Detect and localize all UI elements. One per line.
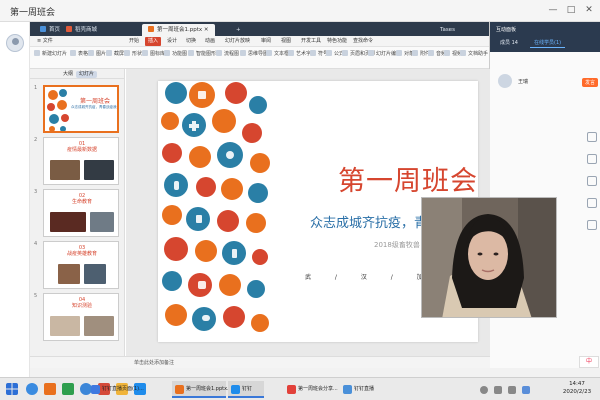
maximize-button[interactable]: □ [564,3,578,17]
ime-icon[interactable] [522,386,530,394]
tab-slides[interactable]: 幻灯片 [76,71,98,78]
windows-start-icon[interactable] [6,383,18,395]
app-titlebar: 第一周班会 — □ ✕ [0,0,600,22]
avatar [498,74,512,88]
edge-icon[interactable] [26,383,38,395]
slide-thumbnail[interactable]: 3 02 生命教育 [34,189,120,239]
media-icon[interactable] [62,383,74,395]
docer-icon [66,26,72,32]
slide-thumbnail[interactable]: 2 01 疫情最新数据 [34,137,120,187]
ime-indicator[interactable]: 中 [579,356,599,368]
menu-search-command[interactable]: 查找命令 [350,37,376,46]
ribbon-wordart[interactable]: 艺术字 [288,50,311,57]
presenter-video [422,198,556,317]
volume-icon[interactable] [494,386,502,394]
ribbon-textbox[interactable]: 文本框 [266,50,289,57]
ppt-icon [148,26,154,32]
tab-members[interactable]: 成员 14 [496,38,522,48]
document-tabbar: 首页 稻壳商城 第一周班会1.pptx ✕ + Tases [30,22,489,36]
slide-image [84,160,114,180]
tab-online-students[interactable]: 在线学员(1) [530,38,566,48]
ribbon-new-slide[interactable]: 新建幻灯片 [34,50,67,57]
panel-header: 互动面板 成员 14 在线学员(1) [490,22,600,52]
tab-outline[interactable]: 大纲 [60,71,76,78]
user-strip [0,22,30,377]
tab-pptx[interactable]: 第一周班会1.pptx ✕ [142,24,215,36]
clock-time: 14:47 [569,381,585,387]
ribbon-picture[interactable]: 图片 [88,50,106,57]
ribbon-icons[interactable]: 图标库 [142,50,165,57]
clock-date: 2020/2/23 [562,389,592,395]
avatar[interactable] [6,34,24,52]
panel-tabs: 大纲 幻灯片 [30,69,124,79]
app-title: 第一周班会 [10,8,56,18]
ribbon-function-chart[interactable]: 功能图 [164,50,187,57]
slide-image [58,264,80,284]
menu-slideshow[interactable]: 幻灯片放映 [222,37,253,46]
taskbar-app[interactable]: 钉钉直播页面(1)... [88,381,152,398]
taskbar-app[interactable]: 钉钉直播 [340,381,380,398]
ribbon-mindmap[interactable]: 思维导图 [240,50,268,57]
status-badge[interactable]: 发言 [582,78,598,87]
slides-panel: 大纲 幻灯片 1 第一周班会 众志成城齐抗疫，青春战疫我先行 2 01 疫情最新… [30,69,125,356]
panel-title: 互动面板 [496,27,517,33]
ribbon-flowchart[interactable]: 流程图 [216,50,239,57]
menu-design[interactable]: 设计 [164,37,180,46]
slide-image [84,264,106,284]
slide-image [50,160,80,180]
camera-icon[interactable] [587,132,597,142]
taskbar-app[interactable]: 钉钉 [228,381,264,398]
close-button[interactable]: ✕ [582,3,596,17]
new-tab-button[interactable]: + [230,24,247,36]
menu-developer[interactable]: 开发工具 [298,37,324,46]
menu-view[interactable]: 视图 [278,37,294,46]
clock[interactable]: 14:47 2020/2/23 [557,380,597,396]
ribbon-table[interactable]: 表格 [70,50,88,57]
tab-docer[interactable]: 稻壳商城 [60,24,103,36]
medical-icons-graphic [161,82,270,332]
member-name: 王瑞 [518,79,529,85]
ribbon-doc-helper[interactable]: 文档助手 [460,50,488,57]
slide-image [90,212,114,232]
battery-icon[interactable] [508,386,516,394]
slide-title[interactable]: 第一周班会 [338,159,478,198]
home-icon [40,26,46,32]
menu-insert[interactable]: 插入 [145,37,162,46]
network-icon[interactable] [480,386,488,394]
settings-icon[interactable] [587,198,597,208]
slide-thumbnail[interactable]: 1 第一周班会 众志成城齐抗疫，青春战疫我先行 [34,85,120,135]
taskbar: 钉钉直播页面(1)... 第一周班会1.pptx... 钉钉 第一周班会分享..… [0,377,600,400]
share-icon[interactable] [587,176,597,186]
taskbar-app[interactable]: 第一周班会分享... [284,381,338,398]
user-label[interactable]: Tases [434,24,461,36]
menu-features[interactable]: 特色功能 [324,37,350,46]
microphone-icon[interactable] [587,154,597,164]
ribbon: 新建幻灯片 表格 图片 截屏 形状 图标库 功能图 智能图形 流程图 思维导图 … [30,47,489,69]
slide-image [50,316,80,336]
webcam-feed[interactable] [421,197,557,318]
ribbon-screenshot[interactable]: 截屏 [106,50,124,57]
ribbon-smartart[interactable]: 智能图形 [188,50,216,57]
menu-file[interactable]: ≡ 文件 [34,37,56,46]
ribbon-shape[interactable]: 形状 [124,50,142,57]
menu-home[interactable]: 开始 [126,37,142,46]
slide-class-line[interactable]: 2018级畜牧兽 [374,240,420,250]
slide-subtitle[interactable]: 众志成城齐抗疫，青 [310,212,427,231]
menubar: ≡ 文件 开始 插入 设计 切换 动画 幻灯片放映 审阅 视图 开发工具 特色功… [30,36,489,47]
slide-thumbnail[interactable]: 5 04 知识测验 [34,293,120,343]
menu-transition[interactable]: 切换 [183,37,199,46]
medical-icons-graphic [47,89,69,131]
menu-review[interactable]: 审阅 [258,37,274,46]
notes-placeholder[interactable]: 单击此处添加备注 [134,359,174,366]
slide-image [84,316,114,336]
taskbar-app[interactable]: 第一周班会1.pptx... [172,381,232,398]
wps-icon[interactable] [44,383,56,395]
minimize-button[interactable]: — [546,3,560,17]
slide-image [50,212,86,232]
slide-thumbnail[interactable]: 4 03 战疫英雄教育 [34,241,120,291]
more-icon[interactable] [587,220,597,230]
list-item[interactable]: 王瑞 发言 [498,72,598,90]
menu-animation[interactable]: 动画 [202,37,218,46]
status-bar: 单击此处添加备注 [30,356,490,368]
